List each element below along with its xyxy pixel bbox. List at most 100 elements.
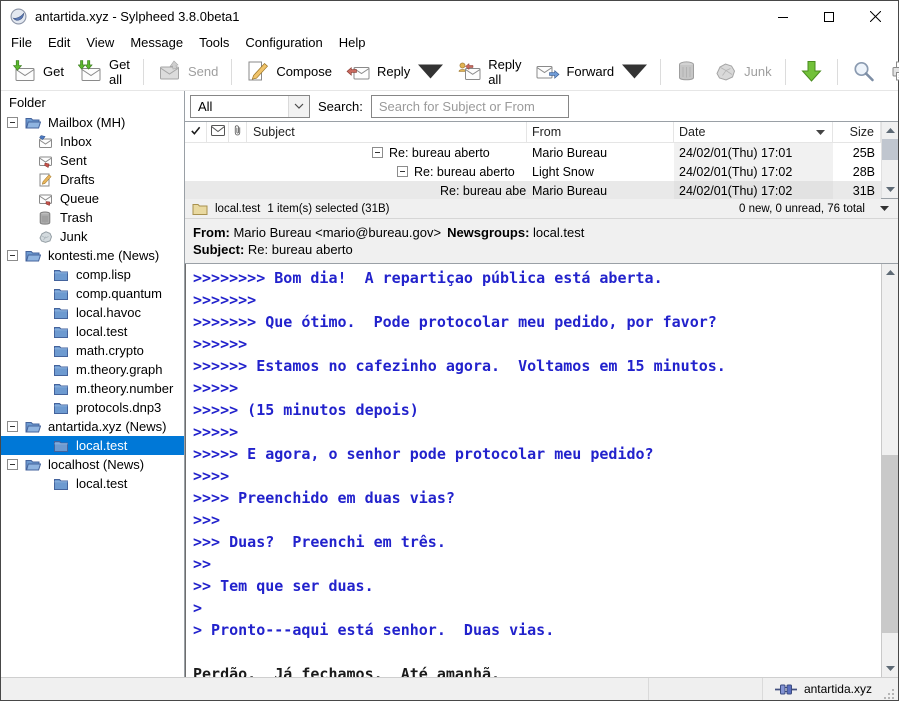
from-column-header[interactable]: From (527, 122, 674, 142)
menu-help[interactable]: Help (331, 33, 374, 52)
folder-item-trash[interactable]: Trash (1, 208, 184, 227)
folder-item-math.crypto[interactable]: math.crypto (1, 341, 184, 360)
folder-item-junk[interactable]: Junk (1, 227, 184, 246)
tree-collapse-toggle[interactable] (7, 421, 18, 432)
folder-item-inbox[interactable]: Inbox (1, 132, 184, 151)
mark-column-header[interactable] (185, 122, 207, 142)
body-scroll-track[interactable] (882, 281, 898, 660)
reply-all-button[interactable]: Reply all (450, 54, 528, 90)
message-row[interactable]: Re: bureau abertoMario Bureau24/02/01(Th… (185, 181, 881, 200)
scroll-up-icon[interactable] (882, 122, 898, 139)
get-button[interactable]: Get (5, 56, 71, 87)
subject-cell: Re: bureau aberto (247, 181, 527, 200)
body-scroll-down-icon[interactable] (882, 660, 898, 677)
folder-label: Sent (60, 153, 87, 168)
message-row[interactable]: Re: bureau abertoMario Bureau24/02/01(Th… (185, 143, 881, 162)
filter-dropdown[interactable]: All (190, 95, 310, 118)
menu-configuration[interactable]: Configuration (237, 33, 330, 52)
body-line: >>>> (193, 465, 874, 487)
scroll-down-icon[interactable] (882, 181, 898, 198)
sort-descending-icon (816, 130, 825, 135)
list-status-bar: local.test 1 item(s) selected (31B) 0 ne… (185, 199, 898, 219)
search-button[interactable] (844, 56, 883, 87)
message-list-scroll-track[interactable] (882, 139, 898, 181)
search-label: Search: (318, 99, 363, 114)
folder-item-localhost-news[interactable]: localhost (News) (1, 455, 184, 474)
forward-dropdown-arrow[interactable] (622, 59, 647, 84)
reply-label: Reply (377, 64, 410, 79)
folder-item-queue[interactable]: Queue (1, 189, 184, 208)
folder-item-m.theory.graph[interactable]: m.theory.graph (1, 360, 184, 379)
chevron-down-icon[interactable] (288, 96, 309, 117)
send-button[interactable]: Send (150, 56, 225, 87)
folder-item-drafts[interactable]: Drafts (1, 170, 184, 189)
close-button[interactable] (852, 1, 898, 32)
folder-pane: Folder Mailbox (MH)InboxSentDraftsQueueT… (1, 91, 185, 677)
drafts-icon (37, 172, 53, 188)
compose-button[interactable]: Compose (238, 56, 339, 87)
folder-item-local.havoc[interactable]: local.havoc (1, 303, 184, 322)
get-all-button[interactable]: Get all (71, 54, 137, 90)
forward-button[interactable]: Forward (528, 56, 654, 87)
junk-button[interactable]: Junk (706, 56, 778, 87)
message-body-scrollbar[interactable] (881, 264, 898, 677)
unread-column-header[interactable] (207, 122, 229, 142)
folder-item-antartida.xyz-news[interactable]: antartida.xyz (News) (1, 417, 184, 436)
folder-item-m.theory.number[interactable]: m.theory.number (1, 379, 184, 398)
attachment-column-header[interactable] (229, 122, 247, 142)
thread-collapse-toggle[interactable] (397, 166, 408, 177)
trash-button[interactable] (667, 56, 706, 87)
body-line: >>>>> (193, 377, 874, 399)
folder-item-kontesti.me-news[interactable]: kontesti.me (News) (1, 246, 184, 265)
folder-item-local.test[interactable]: local.test (1, 322, 184, 341)
body-line: >>>>>> Estamos no cafezinho agora. Volta… (193, 355, 874, 377)
body-line: >>>>>> (193, 333, 874, 355)
menu-tools[interactable]: Tools (191, 33, 237, 52)
minimize-button[interactable] (760, 1, 806, 32)
maximize-button[interactable] (806, 1, 852, 32)
message-list-scroll-thumb[interactable] (882, 139, 898, 160)
header-line-subject: Subject: Re: bureau aberto (193, 241, 890, 258)
thread-collapse-toggle[interactable] (372, 147, 383, 158)
tree-collapse-toggle[interactable] (7, 250, 18, 261)
tree-collapse-toggle[interactable] (7, 117, 18, 128)
subject-cell: Re: bureau aberto (247, 162, 527, 181)
folder-item-local.test[interactable]: local.test (1, 474, 184, 493)
folder-icon (53, 305, 69, 321)
status-bar-progress-area (649, 678, 763, 700)
subject-value: Re: bureau aberto (248, 242, 353, 257)
folder-label: math.crypto (76, 343, 144, 358)
reply-dropdown-arrow[interactable] (418, 59, 443, 84)
folder-item-comp.lisp[interactable]: comp.lisp (1, 265, 184, 284)
date-column-header[interactable]: Date (674, 122, 833, 142)
unread-cell (207, 181, 229, 200)
resize-grip[interactable] (883, 688, 895, 700)
folder-open-icon (25, 248, 41, 264)
size-column-header[interactable]: Size (833, 122, 881, 142)
folder-item-mailbox-mh[interactable]: Mailbox (MH) (1, 113, 184, 132)
print-button[interactable] (883, 56, 899, 87)
menu-message[interactable]: Message (122, 33, 191, 52)
folder-item-protocols.dnp3[interactable]: protocols.dnp3 (1, 398, 184, 417)
next-unread-button[interactable] (792, 56, 831, 87)
message-body[interactable]: >>>>>>>> Bom dia! A repartiçao pública e… (186, 264, 881, 677)
counts-dropdown-arrow[interactable] (878, 204, 891, 213)
folder-item-sent[interactable]: Sent (1, 151, 184, 170)
compose-label: Compose (276, 64, 332, 79)
body-scroll-thumb[interactable] (882, 455, 898, 633)
forward-label: Forward (566, 64, 614, 79)
menu-view[interactable]: View (78, 33, 122, 52)
tree-collapse-toggle[interactable] (7, 459, 18, 470)
message-list-scrollbar[interactable] (881, 122, 898, 198)
subject-column-header[interactable]: Subject (247, 122, 527, 142)
body-line: >>>>> E agora, o senhor pode protocolar … (193, 443, 874, 465)
folder-item-comp.quantum[interactable]: comp.quantum (1, 284, 184, 303)
menu-edit[interactable]: Edit (40, 33, 78, 52)
search-input[interactable] (371, 95, 569, 118)
message-row[interactable]: Re: bureau abertoLight Snow24/02/01(Thu)… (185, 162, 881, 181)
size-cell: 25B (833, 143, 881, 162)
folder-item-local.test[interactable]: local.test (1, 436, 184, 455)
menu-file[interactable]: File (3, 33, 40, 52)
body-scroll-up-icon[interactable] (882, 264, 898, 281)
reply-button[interactable]: Reply (339, 56, 450, 87)
